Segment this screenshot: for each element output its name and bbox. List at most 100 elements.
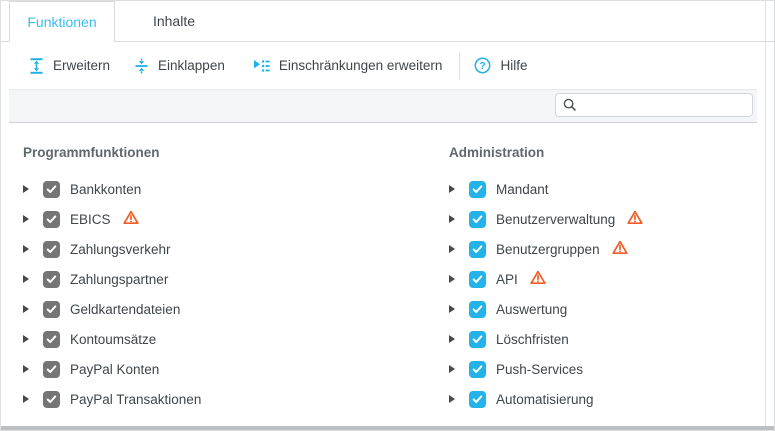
tab-inhalte[interactable]: Inhalte	[115, 1, 233, 41]
warning-icon	[123, 210, 139, 228]
checkbox[interactable]	[43, 391, 60, 408]
expander-arrow-icon[interactable]	[449, 275, 455, 283]
checkbox[interactable]	[469, 391, 486, 408]
right-panel-divider	[765, 1, 766, 427]
checkbox[interactable]	[43, 181, 60, 198]
tab-funktionen[interactable]: Funktionen	[9, 1, 115, 42]
item-list: Bankkonten EBICS	[23, 174, 449, 414]
expander-arrow-icon[interactable]	[23, 305, 29, 313]
item-label: Benutzerverwaltung	[496, 212, 615, 227]
expander-arrow-icon[interactable]	[23, 275, 29, 283]
expand-button[interactable]: Erweitern	[29, 58, 110, 74]
expander-arrow-icon[interactable]	[449, 245, 455, 253]
tab-strip: Funktionen Inhalte	[1, 1, 774, 42]
expander-arrow-icon[interactable]	[23, 335, 29, 343]
tree-item: Bankkonten	[23, 174, 449, 204]
checkbox[interactable]	[469, 271, 486, 288]
collapse-vertical-icon	[134, 58, 149, 74]
column-header: Programmfunktionen	[23, 145, 449, 160]
expander-arrow-icon[interactable]	[449, 185, 455, 193]
tree-item: Geldkartendateien	[23, 294, 449, 324]
item-label: Geldkartendateien	[70, 302, 180, 317]
checkbox[interactable]	[469, 181, 486, 198]
checkbox[interactable]	[43, 271, 60, 288]
tree-item: EBICS	[23, 204, 449, 234]
item-label: EBICS	[70, 212, 111, 227]
tree-item: Zahlungspartner	[23, 264, 449, 294]
expander-arrow-icon[interactable]	[449, 305, 455, 313]
content-area: Programmfunktionen Bankkonten EBICS	[1, 123, 774, 414]
item-label: Kontoumsätze	[70, 332, 156, 347]
tree-item: PayPal Konten	[23, 354, 449, 384]
checkbox[interactable]	[43, 241, 60, 258]
svg-text:?: ?	[480, 61, 486, 72]
tree-item: Löschfristen	[449, 324, 774, 354]
filter-bar	[9, 89, 757, 123]
checkbox[interactable]	[469, 241, 486, 258]
checkbox[interactable]	[469, 361, 486, 378]
button-label: Hilfe	[500, 58, 527, 73]
expand-list-icon	[253, 59, 270, 73]
tree-item: Mandant	[449, 174, 774, 204]
item-list: Mandant Benutzerverwaltung	[449, 174, 774, 414]
tab-label: Inhalte	[153, 13, 195, 29]
expander-arrow-icon[interactable]	[23, 245, 29, 253]
bottom-scrollbar-track[interactable]	[1, 426, 774, 430]
expander-arrow-icon[interactable]	[449, 365, 455, 373]
checkbox[interactable]	[43, 361, 60, 378]
search-icon	[563, 98, 577, 112]
checkbox[interactable]	[43, 331, 60, 348]
tree-item: Zahlungsverkehr	[23, 234, 449, 264]
tree-item: API	[449, 264, 774, 294]
checkbox[interactable]	[469, 301, 486, 318]
item-label: Push-Services	[496, 362, 583, 377]
expander-arrow-icon[interactable]	[23, 365, 29, 373]
item-label: Bankkonten	[70, 182, 141, 197]
tree-item: PayPal Transaktionen	[23, 384, 449, 414]
item-label: Zahlungsverkehr	[70, 242, 171, 257]
help-button[interactable]: ? Hilfe	[474, 57, 527, 74]
tree-item: Benutzerverwaltung	[449, 204, 774, 234]
expander-arrow-icon[interactable]	[23, 395, 29, 403]
expand-vertical-icon	[29, 58, 44, 74]
item-label: PayPal Konten	[70, 362, 159, 377]
tree-item: Push-Services	[449, 354, 774, 384]
checkbox[interactable]	[43, 301, 60, 318]
button-label: Einschränkungen erweitern	[279, 58, 443, 73]
search-box[interactable]	[555, 93, 753, 117]
checkbox[interactable]	[43, 211, 60, 228]
expander-arrow-icon[interactable]	[449, 395, 455, 403]
item-label: Löschfristen	[496, 332, 569, 347]
column-header: Administration	[449, 145, 774, 160]
tree-item: Kontoumsätze	[23, 324, 449, 354]
warning-icon	[612, 240, 628, 258]
warning-icon	[627, 210, 643, 228]
warning-icon	[530, 270, 546, 288]
tree-column-programmfunktionen: Programmfunktionen Bankkonten EBICS	[23, 145, 449, 414]
permissions-panel: Funktionen Inhalte Erweitern	[0, 0, 775, 431]
checkbox[interactable]	[469, 211, 486, 228]
tree-column-administration: Administration Mandant Benutzerverwaltun…	[449, 145, 774, 414]
search-input[interactable]	[582, 95, 752, 115]
expander-arrow-icon[interactable]	[449, 215, 455, 223]
help-circle-icon: ?	[474, 57, 491, 74]
button-label: Erweitern	[53, 58, 110, 73]
tree-item: Auswertung	[449, 294, 774, 324]
item-label: Automatisierung	[496, 392, 594, 407]
expander-arrow-icon[interactable]	[449, 335, 455, 343]
item-label: Zahlungspartner	[70, 272, 168, 287]
tree-item: Benutzergruppen	[449, 234, 774, 264]
expander-arrow-icon[interactable]	[23, 185, 29, 193]
item-label: API	[496, 272, 518, 287]
item-label: PayPal Transaktionen	[70, 392, 201, 407]
item-label: Mandant	[496, 182, 549, 197]
tab-label: Funktionen	[27, 14, 96, 30]
button-label: Einklappen	[158, 58, 225, 73]
item-label: Benutzergruppen	[496, 242, 600, 257]
collapse-button[interactable]: Einklappen	[134, 58, 225, 74]
expand-restrictions-button[interactable]: Einschränkungen erweitern	[253, 58, 443, 73]
toolbar-separator	[459, 53, 460, 79]
checkbox[interactable]	[469, 331, 486, 348]
toolbar: Erweitern Einklappen	[1, 42, 774, 89]
expander-arrow-icon[interactable]	[23, 215, 29, 223]
